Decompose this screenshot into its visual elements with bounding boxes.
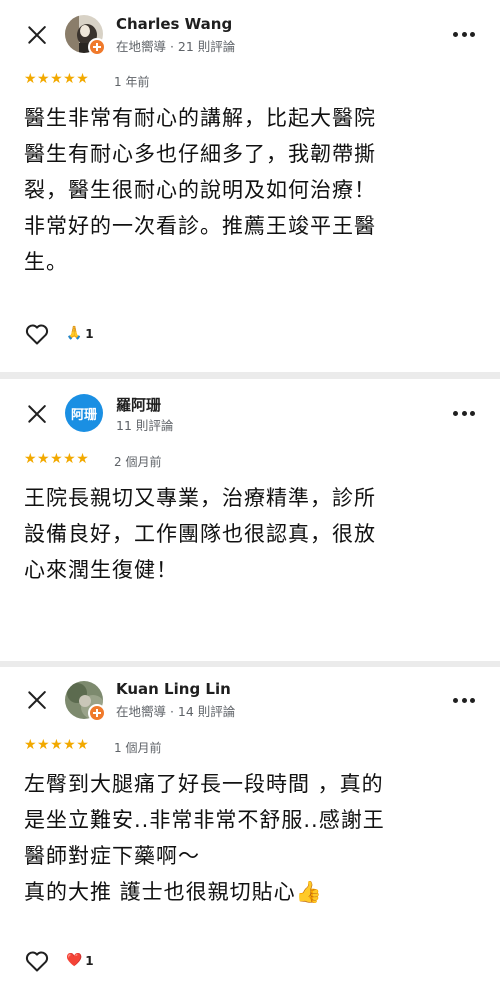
review-text: 左臀到大腿痛了好長一段時間 ，真的 是坐立難安..非常非常不舒服..感謝王 醫師… — [24, 772, 385, 904]
reviewer-meta: 在地嚮導 · 21 則評論 — [116, 39, 236, 54]
star-rating: ★★★★★ — [24, 71, 90, 87]
heart-outline-icon[interactable] — [25, 323, 49, 345]
reaction-summary[interactable]: 🙏 1 — [66, 326, 94, 341]
avatar[interactable] — [65, 681, 106, 722]
close-icon[interactable] — [26, 689, 48, 711]
review-card: 阿珊 羅阿珊 11 則評論 ★★★★★ 2 個月前 王院長親切又專業，治療精準，… — [0, 379, 500, 661]
more-vert-icon[interactable] — [453, 411, 475, 417]
reaction-count: 1 — [85, 326, 94, 341]
close-icon[interactable] — [26, 403, 48, 425]
avatar[interactable]: 阿珊 — [65, 394, 103, 432]
reaction-summary[interactable]: ❤️ 1 — [66, 953, 94, 968]
pray-emoji-icon: 🙏 — [66, 326, 83, 341]
reviewer-name[interactable]: 羅阿珊 — [116, 394, 161, 415]
review-time: 2 個月前 — [114, 455, 162, 469]
star-rating: ★★★★★ — [24, 737, 90, 753]
reviewer-name[interactable]: Kuan Ling Lin — [116, 680, 231, 698]
reviewer-name[interactable]: Charles Wang — [116, 15, 232, 33]
divider — [0, 372, 500, 379]
local-guide-badge-icon — [88, 704, 106, 722]
avatar[interactable] — [65, 15, 106, 56]
reviewer-meta: 11 則評論 — [116, 418, 174, 433]
review-time: 1 年前 — [114, 75, 150, 89]
review-text: 醫生非常有耐心的講解，比起大醫院 醫生有耐心多也仔細多了，我韌帶撕 裂，醫生很耐… — [24, 106, 376, 274]
heart-outline-icon[interactable] — [25, 950, 49, 972]
local-guide-badge-icon — [88, 38, 106, 56]
avatar-initials: 阿珊 — [70, 407, 97, 423]
review-card: Charles Wang 在地嚮導 · 21 則評論 ★★★★★ 1 年前 醫生… — [0, 0, 500, 372]
close-icon[interactable] — [26, 24, 48, 46]
reaction-count: 1 — [85, 953, 94, 968]
review-card: Kuan Ling Lin 在地嚮導 · 14 則評論 ★★★★★ 1 個月前 … — [0, 667, 500, 990]
review-text: 王院長親切又專業，治療精準，診所 設備良好，工作團隊也很認真，很放 心來潤生復健… — [24, 486, 376, 582]
star-rating: ★★★★★ — [24, 451, 90, 467]
reviewer-meta: 在地嚮導 · 14 則評論 — [116, 704, 236, 719]
more-vert-icon[interactable] — [453, 32, 475, 38]
more-vert-icon[interactable] — [453, 698, 475, 704]
review-time: 1 個月前 — [114, 741, 162, 755]
heart-emoji-icon: ❤️ — [66, 953, 83, 968]
